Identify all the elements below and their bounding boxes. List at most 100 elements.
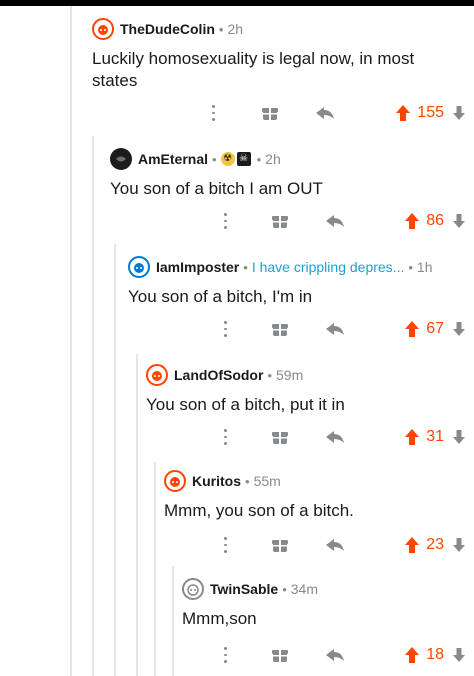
separator-dot: •	[245, 473, 250, 489]
comment-body: Luckily homosexuality is legal now, in m…	[92, 49, 415, 90]
vote-control: 31	[404, 428, 466, 446]
username[interactable]: TwinSable	[210, 581, 278, 597]
upvote-icon[interactable]	[404, 536, 420, 554]
vote-control: 86	[404, 212, 466, 230]
gift-icon[interactable]	[270, 319, 290, 339]
vote-count: 86	[426, 212, 444, 229]
vote-count: 31	[426, 428, 444, 445]
username[interactable]: IamImposter	[156, 259, 239, 275]
downvote-icon[interactable]	[452, 213, 466, 229]
upvote-icon[interactable]	[404, 428, 420, 446]
upvote-icon[interactable]	[404, 320, 420, 338]
upvote-icon[interactable]	[395, 104, 411, 122]
comment-actions: 67	[128, 316, 466, 342]
downvote-icon[interactable]	[452, 105, 466, 121]
comment-actions: 86	[110, 208, 466, 234]
comment-header: LandOfSodor • 59m	[146, 362, 466, 388]
reply-icon[interactable]	[314, 103, 336, 123]
comment-age: 55m	[253, 473, 281, 489]
downvote-icon[interactable]	[452, 647, 466, 663]
user-flair: I have crippling depres...	[251, 259, 405, 275]
comment-header: TwinSable • 34m	[182, 576, 466, 602]
avatar[interactable]	[110, 148, 132, 170]
reply-icon[interactable]	[324, 427, 346, 447]
vote-count: 155	[417, 104, 444, 121]
downvote-icon[interactable]	[452, 537, 466, 553]
comment: AmEternal • ☢ ☠ • 2h You son of a bitch …	[110, 146, 466, 238]
vote-control: 23	[404, 536, 466, 554]
pirate-flag-icon: ☠	[236, 152, 251, 166]
comment-actions: 18	[182, 642, 466, 668]
vote-count: 67	[426, 320, 444, 337]
gift-icon[interactable]	[270, 427, 290, 447]
downvote-icon[interactable]	[452, 321, 466, 337]
comment-body: You son of a bitch, I'm in	[128, 287, 313, 306]
vote-control: 155	[395, 104, 466, 122]
more-icon[interactable]	[220, 427, 230, 447]
avatar[interactable]	[92, 18, 114, 40]
username[interactable]: Kuritos	[192, 473, 241, 489]
gift-icon[interactable]	[260, 103, 280, 123]
comment-body: You son of a bitch, put it in	[146, 395, 345, 414]
thread-line[interactable]	[70, 6, 72, 676]
thread-line[interactable]	[136, 354, 138, 676]
comment-age: 2h	[227, 21, 244, 37]
vote-count: 18	[426, 646, 444, 663]
more-icon[interactable]	[220, 319, 230, 339]
username[interactable]: AmEternal	[138, 151, 208, 167]
avatar[interactable]	[182, 578, 204, 600]
more-icon[interactable]	[208, 103, 218, 123]
comment-age: 59m	[276, 367, 304, 383]
radiation-icon: ☢	[220, 152, 235, 166]
avatar[interactable]	[146, 364, 168, 386]
comment-body: Mmm, you son of a bitch.	[164, 501, 354, 520]
avatar[interactable]	[128, 256, 150, 278]
gift-icon[interactable]	[270, 645, 290, 665]
vote-control: 67	[404, 320, 466, 338]
comment-body: You son of a bitch I am OUT	[110, 179, 323, 198]
thread-line[interactable]	[154, 462, 156, 676]
thread-line[interactable]	[114, 244, 116, 676]
comment-header: AmEternal • ☢ ☠ • 2h	[110, 146, 466, 172]
thread-line[interactable]	[172, 566, 174, 676]
comment: TwinSable • 34m Mmm,son 18	[182, 576, 466, 670]
gift-icon[interactable]	[270, 211, 290, 231]
comment-actions: 31	[146, 424, 466, 450]
vote-count: 23	[426, 536, 444, 553]
reply-icon[interactable]	[324, 319, 346, 339]
comment: IamImposter • I have crippling depres...…	[128, 254, 466, 348]
separator-dot: •	[243, 259, 248, 275]
reply-icon[interactable]	[324, 211, 346, 231]
comment: LandOfSodor • 59m You son of a bitch, pu…	[146, 362, 466, 456]
vote-control: 18	[404, 646, 466, 664]
more-icon[interactable]	[220, 645, 230, 665]
comment-age: 1h	[416, 259, 433, 275]
username[interactable]: LandOfSodor	[174, 367, 263, 383]
separator-dot: •	[267, 367, 272, 383]
more-icon[interactable]	[220, 211, 230, 231]
downvote-icon[interactable]	[452, 429, 466, 445]
separator-dot: •	[282, 581, 287, 597]
separator-dot: •	[218, 21, 224, 37]
upvote-icon[interactable]	[404, 646, 420, 664]
comment-header: Kuritos • 55m	[164, 468, 466, 494]
username[interactable]: TheDudeColin	[120, 21, 215, 37]
reply-icon[interactable]	[324, 645, 346, 665]
gift-icon[interactable]	[270, 535, 290, 555]
thread-line[interactable]	[92, 136, 94, 676]
comment: Kuritos • 55m Mmm, you son of a bitch. 2…	[164, 468, 466, 562]
more-icon[interactable]	[220, 535, 230, 555]
comment-body: Mmm,son	[182, 609, 257, 628]
reply-icon[interactable]	[324, 535, 346, 555]
comment-actions: 23	[164, 532, 466, 558]
comment-age: 34m	[290, 581, 318, 597]
avatar[interactable]	[164, 470, 186, 492]
comment-age: 2h	[265, 151, 281, 167]
comment-header: TheDudeColin • 2h	[92, 16, 466, 42]
separator-dot: •	[212, 151, 217, 167]
comment-header: IamImposter • I have crippling depres...…	[128, 254, 466, 280]
comment: TheDudeColin • 2h Luckily homosexuality …	[92, 16, 466, 132]
separator-dot: •	[256, 151, 262, 167]
upvote-icon[interactable]	[404, 212, 420, 230]
comment-actions: 155	[92, 100, 466, 126]
